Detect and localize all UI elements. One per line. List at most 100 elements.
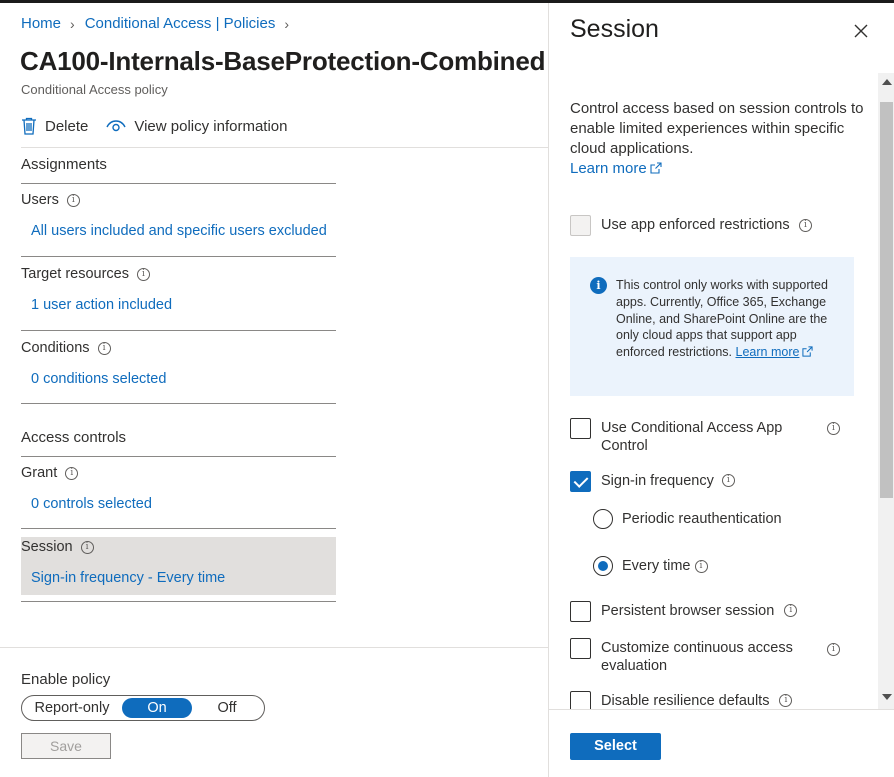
every-time-row[interactable]: Every time i	[593, 556, 708, 576]
divider	[21, 256, 336, 257]
panel-description-text: Control access based on session controls…	[570, 100, 864, 157]
enable-policy-label: Enable policy	[21, 671, 111, 688]
info-message-box: i This control only works with supported…	[570, 257, 854, 396]
policy-page: Home › Conditional Access | Policies › C…	[0, 3, 548, 777]
delete-label: Delete	[45, 117, 89, 135]
select-button[interactable]: Select	[570, 733, 661, 760]
panel-scroll-area: Control access based on session controls…	[549, 73, 894, 709]
trash-icon	[22, 117, 36, 135]
info-filled-icon: i	[590, 277, 607, 294]
resilience-checkbox[interactable]	[570, 691, 591, 709]
app-enforced-checkbox[interactable]	[570, 215, 591, 236]
panel-scrollbar[interactable]	[878, 73, 894, 709]
periodic-reauth-row[interactable]: Periodic reauthentication	[593, 509, 782, 529]
conditions-label-text: Conditions	[21, 340, 90, 356]
sign-in-frequency-checkbox[interactable]	[570, 471, 591, 492]
scroll-up-arrow-icon[interactable]	[882, 79, 892, 85]
info-icon[interactable]: i	[137, 267, 150, 281]
resilience-label: Disable resilience defaults	[601, 693, 770, 709]
breadcrumb-home[interactable]: Home	[21, 15, 61, 32]
external-link-icon	[650, 162, 662, 174]
panel-title: Session	[570, 15, 659, 43]
info-icon[interactable]: i	[80, 540, 94, 554]
divider	[21, 330, 336, 331]
info-icon[interactable]: i	[827, 643, 840, 656]
chevron-right-icon: ›	[284, 15, 290, 32]
conditions-link[interactable]: 0 conditions selected	[31, 371, 166, 387]
info-icon[interactable]: i	[779, 694, 793, 707]
close-button[interactable]	[851, 21, 871, 41]
session-link[interactable]: Sign-in frequency - Every time	[31, 570, 225, 586]
info-icon[interactable]: i	[97, 341, 111, 355]
users-label: Users i	[21, 192, 80, 208]
learn-more-link[interactable]: Learn more	[570, 160, 662, 177]
info-learn-more-text: Learn more	[735, 345, 800, 360]
session-label: Session i	[21, 539, 94, 555]
ca-app-control-label: Use Conditional Access App Control	[601, 420, 783, 454]
enable-policy-toggle: Report-only On Off	[21, 695, 265, 721]
info-icon[interactable]: i	[66, 193, 80, 207]
external-link-icon	[802, 346, 814, 357]
panel-footer-divider	[549, 709, 894, 710]
cae-checkbox[interactable]	[570, 638, 591, 659]
target-resources-label-text: Target resources	[21, 266, 129, 282]
delete-button[interactable]: Delete	[21, 117, 88, 135]
assignments-heading: Assignments	[21, 156, 107, 173]
close-icon	[854, 24, 868, 38]
toggle-off[interactable]: Off	[192, 700, 262, 716]
target-resources-label: Target resources i	[21, 266, 150, 282]
persistent-browser-row: Persistent browser session i	[570, 601, 798, 622]
info-icon[interactable]: i	[721, 474, 735, 487]
cae-label: Customize continuous access evaluation	[601, 640, 793, 674]
scrollbar-thumb[interactable]	[880, 102, 893, 498]
persistent-browser-checkbox[interactable]	[570, 601, 591, 622]
chevron-right-icon: ›	[70, 15, 75, 32]
learn-more-text: Learn more	[570, 160, 647, 177]
users-label-text: Users	[21, 192, 59, 208]
info-learn-more-link[interactable]: Learn more	[736, 345, 800, 359]
page-title: CA100-Internals-BaseProtection-Combined	[20, 46, 546, 76]
info-icon[interactable]: i	[694, 559, 708, 573]
target-resources-link[interactable]: 1 user action included	[31, 297, 172, 313]
info-icon[interactable]: i	[784, 604, 798, 617]
save-button[interactable]: Save	[21, 733, 111, 759]
ca-app-control-checkbox[interactable]	[570, 418, 591, 439]
info-icon[interactable]: i	[799, 219, 812, 232]
periodic-reauth-radio[interactable]	[593, 509, 613, 529]
footer-divider	[0, 647, 548, 648]
session-panel: Session Control access based on session …	[548, 3, 894, 777]
periodic-reauth-label: Periodic reauthentication	[622, 511, 782, 527]
view-policy-info-button[interactable]: View policy information	[106, 117, 288, 135]
grant-label-text: Grant	[21, 465, 58, 481]
every-time-radio[interactable]	[593, 556, 613, 576]
divider	[21, 528, 336, 529]
users-link[interactable]: All users included and specific users ex…	[31, 223, 327, 239]
sign-in-frequency-row: Sign-in frequency i	[570, 471, 735, 492]
divider	[21, 183, 336, 184]
view-policy-info-label: View policy information	[134, 117, 288, 135]
grant-label: Grant i	[21, 465, 79, 481]
panel-description: Control access based on session controls…	[570, 99, 870, 179]
divider	[21, 403, 336, 404]
conditions-label: Conditions i	[21, 340, 111, 356]
toggle-report-only[interactable]: Report-only	[22, 700, 122, 716]
toolbar-divider	[21, 147, 548, 148]
divider	[21, 456, 336, 457]
breadcrumb: Home › Conditional Access | Policies ›	[21, 15, 299, 32]
grant-link[interactable]: 0 controls selected	[31, 496, 152, 512]
scroll-down-arrow-icon[interactable]	[882, 694, 892, 700]
every-time-label: Every time	[622, 558, 691, 574]
info-icon[interactable]: i	[827, 422, 840, 435]
divider	[21, 601, 336, 602]
cae-row: Customize continuous access evaluation	[570, 638, 816, 675]
breadcrumb-policies[interactable]: Conditional Access | Policies	[85, 15, 276, 32]
info-message: This control only works with supported a…	[616, 277, 844, 361]
persistent-browser-label: Persistent browser session	[601, 603, 775, 619]
app-enforced-label: Use app enforced restrictions	[601, 217, 790, 233]
info-icon[interactable]: i	[65, 466, 79, 480]
toggle-on[interactable]: On	[122, 698, 192, 718]
ca-app-control-row: Use Conditional Access App Control	[570, 418, 811, 455]
eye-icon	[106, 120, 126, 132]
page-subtitle: Conditional Access policy	[21, 82, 168, 97]
app-enforced-row: Use app enforced restrictions	[570, 215, 811, 236]
